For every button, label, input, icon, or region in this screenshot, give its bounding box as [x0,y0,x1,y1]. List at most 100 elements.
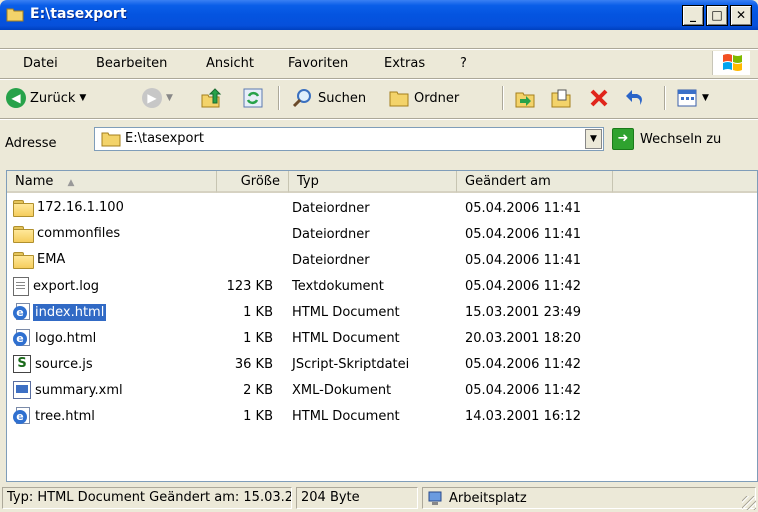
file-size: 1 KB [243,331,273,346]
views-dropdown-icon[interactable]: ▼ [702,93,709,103]
file-row[interactable]: export.log 123 KB Textdokument 05.04.2006 1… [7,275,757,301]
delete-icon [590,89,608,107]
file-modified: 05.04.2006 11:41 [465,227,582,242]
menu-ansicht[interactable]: Ansicht [206,56,254,71]
file-row[interactable]: e index.html 1 KB HTML Document 15.03.2001 2… [7,301,757,327]
file-name-cell[interactable]: e index.html [13,302,108,322]
file-name: index.html [31,302,108,322]
windows-logo [712,51,750,75]
text-file-icon [13,277,29,296]
file-name-cell[interactable]: EMA [13,251,67,269]
file-name-cell[interactable]: export.log [13,277,101,296]
sort-ascending-icon: ▲ [67,178,75,188]
xml-file-icon [13,381,31,399]
file-row[interactable]: Ssource.js 36 KB JScript-Skriptdatei 05.04.… [7,353,757,379]
address-value: E:\tasexport [125,131,204,146]
status-location-label: Arbeitsplatz [449,490,527,506]
search-icon [292,89,311,108]
file-row[interactable]: commonfiles Dateiordner 05.04.2006 11:41 [7,223,757,249]
forward-dropdown-icon[interactable]: ▼ [166,93,173,103]
menu-favoriten[interactable]: Favoriten [288,56,348,71]
file-modified: 14.03.2001 16:12 [465,409,582,424]
html-file-icon: e [13,407,31,425]
menu-bar: Datei Bearbeiten Ansicht Favoriten Extra… [0,50,758,78]
go-button[interactable]: ➜ Wechseln zu [612,127,721,151]
menu-datei[interactable]: Datei [23,56,58,71]
file-name-cell[interactable]: Ssource.js [13,355,95,373]
script-file-icon: S [13,355,31,373]
folder-icon [389,91,409,107]
file-modified: 05.04.2006 11:42 [465,383,582,398]
back-label: Zurück [30,90,76,106]
file-list[interactable]: Name ▲ Größe Typ Geändert am 172.16.1.10… [6,170,758,482]
menu-extras[interactable]: Extras [384,56,425,71]
up-folder-button[interactable] [200,86,222,110]
delete-button[interactable] [588,86,610,110]
toolbar: ◀ Zurück ▼ ▶ ▼ Suchen Ordner ▼ [0,80,758,116]
column-header-size[interactable]: Größe [217,171,289,193]
address-dropdown-icon[interactable]: ▼ [585,129,602,149]
menu-help[interactable]: ? [460,56,467,71]
file-type: Dateiordner [292,253,370,268]
status-info: Typ: HTML Document Geändert am: 15.03.20… [2,487,292,509]
file-name-cell[interactable]: e tree.html [13,407,97,425]
title-bar[interactable]: E:\tasexport [0,0,758,30]
file-name-cell[interactable]: 172.16.1.100 [13,199,126,217]
copy-to-button[interactable] [550,86,572,110]
toolbar-divider [664,86,666,110]
file-size: 36 KB [234,357,273,372]
file-name: commonfiles [37,226,121,241]
back-arrow-icon: ◀ [6,88,26,108]
file-name: source.js [35,356,93,372]
file-row[interactable]: e logo.html 1 KB HTML Document 20.03.2001 18… [7,327,757,353]
maximize-button[interactable]: □ [706,5,728,26]
file-row[interactable]: e tree.html 1 KB HTML Document 14.03.2001 16… [7,405,757,431]
forward-arrow-icon: ▶ [142,88,162,108]
file-name-cell[interactable]: commonfiles [13,225,122,243]
search-button[interactable]: Suchen [292,86,366,110]
refresh-button[interactable] [242,86,264,110]
address-label: Adresse [5,136,57,151]
address-input[interactable]: E:\tasexport ▼ [94,127,604,151]
file-type: XML-Dokument [292,383,392,398]
file-row[interactable]: 172.16.1.100 Dateiordner 05.04.2006 11:41 [7,197,757,223]
file-row[interactable]: summary.xml 2 KB XML-Dokument 05.04.2006 11… [7,379,757,405]
undo-icon [626,90,642,105]
file-name: tree.html [35,408,95,424]
folder-icon [6,8,24,22]
column-header-type[interactable]: Typ [289,171,457,193]
folder-icon [13,251,34,269]
forward-button[interactable]: ▶ ▼ [142,86,173,110]
go-arrow-icon: ➜ [612,128,634,150]
back-button[interactable]: ◀ Zurück ▼ [6,86,86,110]
file-type: Dateiordner [292,227,370,242]
file-size: 123 KB [226,279,273,294]
menu-bearbeiten[interactable]: Bearbeiten [96,56,167,71]
resize-grip[interactable] [742,496,756,510]
close-button[interactable]: ✕ [730,5,752,26]
file-name-cell[interactable]: summary.xml [13,381,125,399]
file-modified: 05.04.2006 11:42 [465,357,582,372]
status-location: Arbeitsplatz [422,487,756,509]
folder-icon [101,132,121,147]
file-row[interactable]: EMA Dateiordner 05.04.2006 11:41 [7,249,757,275]
file-modified: 15.03.2001 23:49 [465,305,582,320]
html-file-icon: e [13,329,31,347]
column-header-modified[interactable]: Geändert am [457,171,613,193]
copy-to-folder-icon [551,89,571,108]
file-name: export.log [33,279,100,294]
go-label: Wechseln zu [640,131,722,147]
file-modified: 05.04.2006 11:42 [465,279,582,294]
toolbar-divider [278,86,280,110]
move-to-button[interactable] [514,86,536,110]
file-name-cell[interactable]: e logo.html [13,329,98,347]
folders-button[interactable]: Ordner [388,86,459,110]
undo-button[interactable] [624,86,646,110]
views-button[interactable]: ▼ [676,86,709,110]
html-file-icon: e [13,303,31,321]
file-type: Textdokument [292,279,384,294]
windows-flag-icon [723,54,742,71]
minimize-button[interactable]: _ [682,5,704,26]
column-header-name[interactable]: Name ▲ [7,171,217,193]
back-dropdown-icon[interactable]: ▼ [79,93,86,103]
